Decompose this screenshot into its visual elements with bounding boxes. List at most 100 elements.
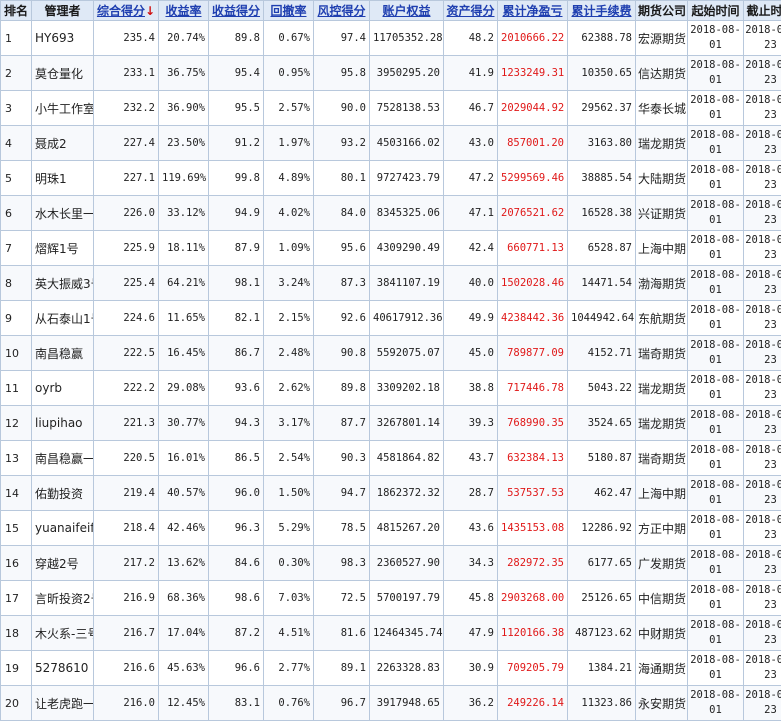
cell-cum-fee: 14471.54	[568, 266, 636, 301]
cell-asset-score: 43.0	[444, 126, 498, 161]
cell-end: 2018-08-23	[744, 441, 781, 476]
column-header-label: 累计手续费	[571, 4, 631, 18]
cell-equity: 4581864.82	[370, 441, 444, 476]
cell-company: 中财期货	[636, 616, 688, 651]
cell-cum-pnl: 1120166.38	[498, 616, 568, 651]
cell-drawdown: 1.50%	[264, 476, 314, 511]
column-header-asset-score[interactable]: 资产得分	[444, 1, 498, 21]
table-row: 3小牛工作室232.236.90%95.52.57%90.07528138.53…	[1, 91, 781, 126]
cell-score: 227.4	[94, 126, 159, 161]
cell-return-score: 82.1	[209, 301, 264, 336]
cell-manager: yuanaifeifei	[32, 511, 94, 546]
cell-risk-score: 89.8	[314, 371, 370, 406]
cell-score: 232.2	[94, 91, 159, 126]
cell-asset-score: 41.9	[444, 56, 498, 91]
table-row: 14佑勤投资219.440.57%96.01.50%94.71862372.32…	[1, 476, 781, 511]
cell-cum-pnl: 857001.20	[498, 126, 568, 161]
cell-rank: 14	[1, 476, 32, 511]
cell-return-score: 86.7	[209, 336, 264, 371]
cell-rank: 7	[1, 231, 32, 266]
cell-manager: 木火系-三号	[32, 616, 94, 651]
column-header-return-rate[interactable]: 收益率	[159, 1, 209, 21]
cell-rank: 8	[1, 266, 32, 301]
cell-company: 上海中期	[636, 476, 688, 511]
cell-return-score: 95.4	[209, 56, 264, 91]
cell-company: 瑞龙期货	[636, 126, 688, 161]
cell-return-score: 83.1	[209, 686, 264, 721]
cell-end: 2018-08-23	[744, 651, 781, 686]
cell-asset-score: 45.0	[444, 336, 498, 371]
cell-score: 225.9	[94, 231, 159, 266]
cell-score: 220.5	[94, 441, 159, 476]
cell-score: 222.2	[94, 371, 159, 406]
column-header-score[interactable]: 综合得分↓	[94, 1, 159, 21]
cell-cum-pnl: 282972.35	[498, 546, 568, 581]
cell-equity: 3917948.65	[370, 686, 444, 721]
cell-rank: 10	[1, 336, 32, 371]
ranking-table: 排名管理者综合得分↓收益率收益得分回撤率风控得分账户权益资产得分累计净盈亏累计手…	[0, 0, 781, 721]
cell-cum-fee: 5180.87	[568, 441, 636, 476]
cell-risk-score: 84.0	[314, 196, 370, 231]
cell-equity: 2263328.83	[370, 651, 444, 686]
cell-return-rate: 40.57%	[159, 476, 209, 511]
cell-drawdown: 4.51%	[264, 616, 314, 651]
cell-equity: 3267801.14	[370, 406, 444, 441]
column-header-return-score[interactable]: 收益得分	[209, 1, 264, 21]
cell-end: 2018-08-23	[744, 406, 781, 441]
cell-rank: 15	[1, 511, 32, 546]
cell-asset-score: 49.9	[444, 301, 498, 336]
cell-return-score: 98.6	[209, 581, 264, 616]
cell-start: 2018-08-01	[688, 371, 744, 406]
table-row: 8英大振威3号225.464.21%98.13.24%87.33841107.1…	[1, 266, 781, 301]
cell-end: 2018-08-23	[744, 476, 781, 511]
cell-risk-score: 89.1	[314, 651, 370, 686]
cell-manager: 南昌稳赢一号	[32, 441, 94, 476]
table-row: 18木火系-三号216.717.04%87.24.51%81.612464345…	[1, 616, 781, 651]
cell-score: 216.7	[94, 616, 159, 651]
sort-desc-arrow-icon: ↓	[145, 4, 155, 18]
cell-score: 224.6	[94, 301, 159, 336]
column-header-label: 回撤率	[270, 4, 306, 18]
cell-rank: 16	[1, 546, 32, 581]
column-header-label: 排名	[4, 4, 28, 18]
cell-risk-score: 90.0	[314, 91, 370, 126]
cell-cum-fee: 62388.78	[568, 21, 636, 56]
cell-rank: 9	[1, 301, 32, 336]
cell-start: 2018-08-01	[688, 126, 744, 161]
cell-equity: 5700197.79	[370, 581, 444, 616]
column-header-cum-pnl[interactable]: 累计净盈亏	[498, 1, 568, 21]
cell-end: 2018-08-23	[744, 511, 781, 546]
column-header-label: 综合得分	[97, 4, 145, 18]
column-header-risk-score[interactable]: 风控得分	[314, 1, 370, 21]
column-header-equity[interactable]: 账户权益	[370, 1, 444, 21]
cell-manager: 明珠1	[32, 161, 94, 196]
cell-rank: 11	[1, 371, 32, 406]
column-header-rank: 排名	[1, 1, 32, 21]
table-row: 12liupihao221.330.77%94.33.17%87.7326780…	[1, 406, 781, 441]
cell-risk-score: 90.8	[314, 336, 370, 371]
cell-cum-fee: 3163.80	[568, 126, 636, 161]
cell-equity: 8345325.06	[370, 196, 444, 231]
cell-end: 2018-08-23	[744, 56, 781, 91]
cell-asset-score: 43.7	[444, 441, 498, 476]
cell-score: 216.6	[94, 651, 159, 686]
cell-return-score: 91.2	[209, 126, 264, 161]
cell-return-rate: 33.12%	[159, 196, 209, 231]
cell-return-rate: 16.45%	[159, 336, 209, 371]
cell-return-rate: 23.50%	[159, 126, 209, 161]
cell-asset-score: 47.9	[444, 616, 498, 651]
cell-manager: oyrb	[32, 371, 94, 406]
column-header-cum-fee[interactable]: 累计手续费	[568, 1, 636, 21]
cell-cum-pnl: 2903268.00	[498, 581, 568, 616]
cell-cum-fee: 6177.65	[568, 546, 636, 581]
cell-manager: 英大振威3号	[32, 266, 94, 301]
cell-end: 2018-08-23	[744, 21, 781, 56]
cell-score: 235.4	[94, 21, 159, 56]
cell-cum-pnl: 768990.35	[498, 406, 568, 441]
cell-return-score: 96.6	[209, 651, 264, 686]
cell-risk-score: 98.3	[314, 546, 370, 581]
column-header-drawdown[interactable]: 回撤率	[264, 1, 314, 21]
cell-cum-fee: 11323.86	[568, 686, 636, 721]
cell-return-score: 98.1	[209, 266, 264, 301]
cell-equity: 9727423.79	[370, 161, 444, 196]
